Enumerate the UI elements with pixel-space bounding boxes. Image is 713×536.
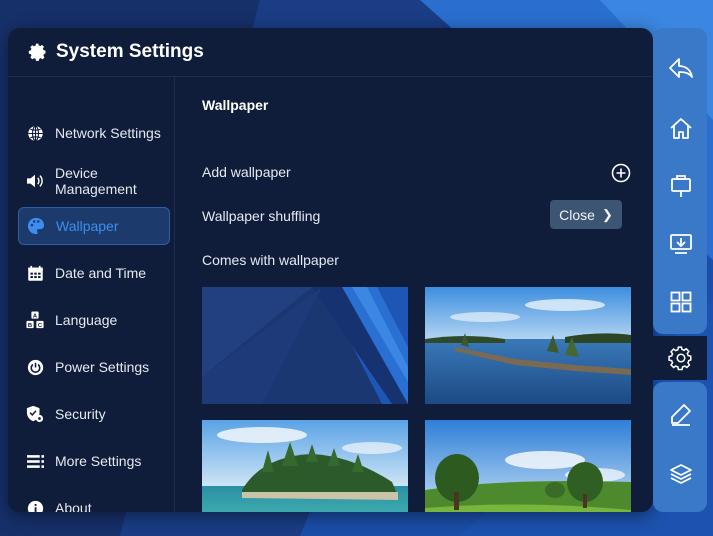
sidebar-item-label: Date and Time	[55, 265, 147, 281]
sidebar-item-language[interactable]: ABC Language	[18, 301, 170, 339]
shuffling-value: Close	[559, 206, 595, 223]
sidebar-item-label: Power Settings	[55, 359, 150, 375]
language-icon: ABC	[26, 311, 44, 329]
wallpaper-settings-content: Wallpaper Add wallpaper Wallpaper shuffl…	[182, 77, 642, 512]
sidebar-item-label: Network Settings	[55, 125, 161, 141]
list-icon	[26, 452, 44, 470]
sidebar-item-more-settings[interactable]: More Settings	[18, 442, 170, 480]
plus-circle-icon	[611, 163, 631, 183]
settings-sidebar: Network Settings Device Management Wallp…	[8, 77, 175, 512]
apps-grid-icon[interactable]	[667, 288, 695, 316]
sidebar-item-label: Security	[55, 406, 106, 422]
wallpaper-thumbnail-lake-shoreline[interactable]	[425, 287, 631, 404]
pen-icon[interactable]	[667, 400, 695, 428]
wallpaper-shuffling-label: Wallpaper shuffling	[202, 208, 321, 224]
section-title: Wallpaper	[202, 97, 269, 113]
calendar-icon	[26, 264, 44, 282]
settings-window: System Settings Network Settings Device …	[8, 28, 653, 512]
svg-text:B: B	[28, 323, 32, 329]
right-dock	[653, 28, 707, 512]
sidebar-item-label: About	[55, 500, 92, 512]
info-icon	[26, 499, 44, 512]
layers-icon[interactable]	[667, 460, 695, 488]
sidebar-item-network-settings[interactable]: Network Settings	[18, 114, 170, 152]
whiteboard-icon[interactable]	[667, 172, 695, 200]
wallpaper-shuffling-dropdown[interactable]: Close ❯	[550, 200, 622, 229]
settings-gear-icon[interactable]	[667, 344, 695, 372]
shield-icon	[26, 405, 44, 423]
speaker-icon	[26, 172, 44, 190]
sidebar-item-date-and-time[interactable]: Date and Time	[18, 254, 170, 292]
chevron-right-icon: ❯	[601, 206, 613, 222]
wallpaper-thumbnail-forested-island-sea[interactable]	[202, 420, 408, 512]
screen-share-icon[interactable]	[667, 230, 695, 258]
gear-icon	[28, 42, 48, 62]
add-wallpaper-button[interactable]	[610, 162, 632, 184]
wallpaper-thumbnail-blue-geometric[interactable]	[202, 287, 408, 404]
window-title: System Settings	[56, 41, 204, 62]
sidebar-item-label: Wallpaper	[56, 218, 119, 234]
sidebar-item-label: Language	[55, 312, 118, 328]
back-icon[interactable]	[667, 54, 695, 82]
sidebar-item-label: Device Management	[55, 165, 137, 197]
home-icon[interactable]	[667, 114, 695, 142]
palette-icon	[27, 217, 45, 235]
sidebar-item-about[interactable]: About	[18, 489, 170, 512]
window-header: System Settings	[8, 28, 653, 77]
builtin-wallpaper-label: Comes with wallpaper	[202, 252, 339, 268]
sidebar-item-security[interactable]: Security	[18, 395, 170, 433]
add-wallpaper-label: Add wallpaper	[202, 164, 291, 180]
power-icon	[26, 358, 44, 376]
globe-icon	[26, 124, 44, 142]
sidebar-item-power-settings[interactable]: Power Settings	[18, 348, 170, 386]
sidebar-item-device-management[interactable]: Device Management	[18, 161, 170, 201]
sidebar-item-wallpaper[interactable]: Wallpaper	[18, 207, 170, 245]
wallpaper-thumbnail-green-meadow-trees[interactable]	[425, 420, 631, 512]
sidebar-item-label: More Settings	[55, 453, 142, 469]
